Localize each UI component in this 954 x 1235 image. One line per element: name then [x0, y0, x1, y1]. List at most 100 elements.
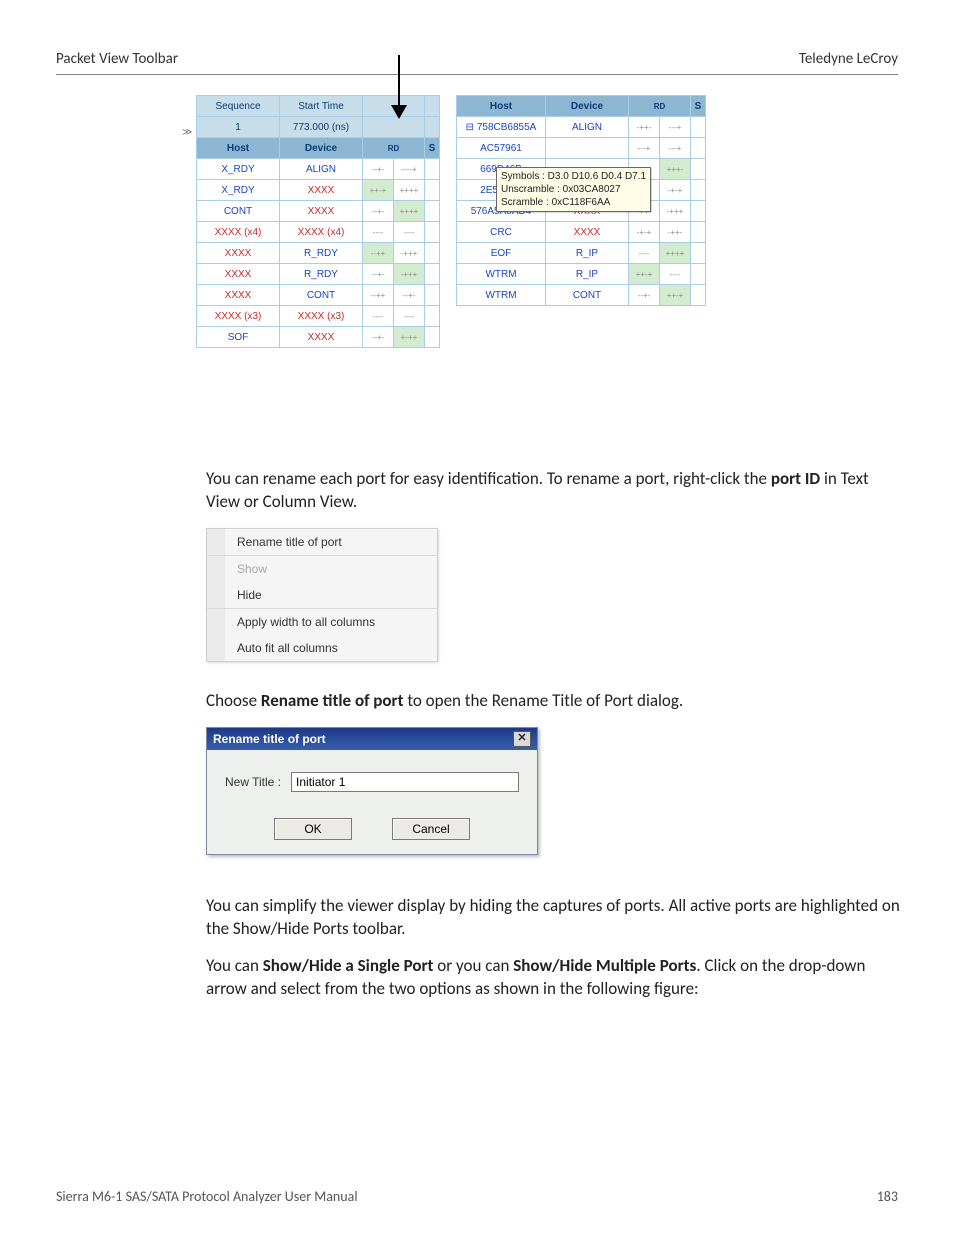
- host-cell: WTRM: [457, 264, 546, 285]
- table-row[interactable]: XXXXR_RDY--+--+++: [197, 264, 440, 285]
- close-icon[interactable]: ✕: [513, 731, 531, 747]
- s-cell: [691, 159, 706, 180]
- menu-item[interactable]: Auto fit all columns: [207, 635, 437, 661]
- rd-cell: --++: [363, 285, 394, 306]
- page-footer: Sierra M6-1 SAS/SATA Protocol Analyzer U…: [56, 1188, 898, 1205]
- menu-item: Show: [207, 556, 437, 582]
- host-cell: SOF: [197, 327, 280, 348]
- menu-item[interactable]: Apply width to all columns: [207, 609, 437, 635]
- col-s-r[interactable]: S: [691, 96, 706, 117]
- rd-cell: --+-: [629, 285, 660, 306]
- device-cell: R_RDY: [280, 264, 363, 285]
- new-title-input[interactable]: [291, 772, 519, 792]
- start-time-value: 773.000 (ns): [280, 117, 363, 138]
- col-rd-r[interactable]: RD: [629, 96, 691, 117]
- s-cell: [691, 180, 706, 201]
- rd-cell: ----: [629, 243, 660, 264]
- packet-table-left: Sequence Start Time 1 773.000 (ns) Host …: [196, 95, 440, 348]
- s-cell: [691, 264, 706, 285]
- rd-cell: -++-: [660, 222, 691, 243]
- rd-cell: ----: [394, 306, 425, 327]
- table-row[interactable]: XXXXCONT--++--+-: [197, 285, 440, 306]
- table-row[interactable]: XXXXR_RDY--++-+++: [197, 243, 440, 264]
- device-cell: XXXX: [280, 327, 363, 348]
- menu-item[interactable]: Rename title of port: [207, 529, 437, 555]
- table-row[interactable]: CRCXXXX-+-+-++-: [457, 222, 706, 243]
- rd-cell: ++-+: [363, 180, 394, 201]
- col-rd[interactable]: RD: [363, 138, 425, 159]
- new-title-label: New Title :: [225, 775, 281, 789]
- table-row[interactable]: EOFR_IP----++++: [457, 243, 706, 264]
- rd-cell: -+-+: [629, 222, 660, 243]
- rd-cell: +-++: [394, 327, 425, 348]
- col-host[interactable]: Host: [197, 138, 280, 159]
- device-cell: ALIGN: [546, 117, 629, 138]
- device-cell: XXXX: [546, 222, 629, 243]
- s-cell: [691, 201, 706, 222]
- dialog-titlebar[interactable]: Rename title of port ✕: [207, 728, 537, 750]
- device-cell: ALIGN: [280, 159, 363, 180]
- rename-port-dialog: Rename title of port ✕ New Title : OK Ca…: [206, 727, 538, 855]
- tooltip-line: Unscramble : 0x03CA8027: [501, 183, 646, 196]
- host-cell: CRC: [457, 222, 546, 243]
- context-menu: Rename title of portShowHideApply width …: [206, 528, 438, 662]
- packet-view-figure: ≫ Sequence Start Time 1 773.000 (ns): [196, 95, 706, 348]
- col-sequence[interactable]: Sequence: [197, 96, 280, 117]
- rd-cell: ----: [394, 222, 425, 243]
- table-row[interactable]: ⊟ 758CB6855AALIGN-++----+: [457, 117, 706, 138]
- rd-cell: ++++: [660, 243, 691, 264]
- rd-cell: --++: [363, 243, 394, 264]
- device-cell: XXXX (x3): [280, 306, 363, 327]
- rd-cell: +++-: [660, 159, 691, 180]
- s-cell: [425, 201, 440, 222]
- rd-cell: ++-+: [660, 285, 691, 306]
- device-cell: CONT: [546, 285, 629, 306]
- table-row[interactable]: X_RDYXXXX++-+++++: [197, 180, 440, 201]
- col-device-r[interactable]: Device: [546, 96, 629, 117]
- col-device[interactable]: Device: [280, 138, 363, 159]
- rd-cell: ----: [660, 264, 691, 285]
- host-cell: X_RDY: [197, 159, 280, 180]
- cancel-button[interactable]: Cancel: [392, 818, 470, 840]
- host-cell: AC57961: [457, 138, 546, 159]
- table-row[interactable]: XXXX (x4)XXXX (x4)--------: [197, 222, 440, 243]
- device-cell: XXXX (x4): [280, 222, 363, 243]
- col-host-r[interactable]: Host: [457, 96, 546, 117]
- col-start-time[interactable]: Start Time: [280, 96, 363, 117]
- tooltip-line: Symbols : D3.0 D10.6 D0.4 D7.1: [501, 170, 646, 183]
- rd-cell: ++++: [394, 201, 425, 222]
- table-row[interactable]: XXXX (x3)XXXX (x3)--------: [197, 306, 440, 327]
- device-cell: R_RDY: [280, 243, 363, 264]
- seq-value: 1: [197, 117, 280, 138]
- symbol-tooltip: Symbols : D3.0 D10.6 D0.4 D7.1 Unscrambl…: [496, 167, 651, 212]
- rd-cell: --+-: [363, 327, 394, 348]
- rd-cell: ---+: [660, 138, 691, 159]
- table-row[interactable]: X_RDYALIGN--+-----+: [197, 159, 440, 180]
- s-cell: [425, 306, 440, 327]
- col-s[interactable]: S: [425, 138, 440, 159]
- host-cell: XXXX: [197, 264, 280, 285]
- dialog-title: Rename title of port: [213, 732, 326, 746]
- rd-cell: -+++: [394, 264, 425, 285]
- host-cell: XXXX (x4): [197, 222, 280, 243]
- paragraph-simplify-viewer: You can simplify the viewer display by h…: [206, 895, 906, 941]
- device-cell: CONT: [280, 285, 363, 306]
- menu-item[interactable]: Hide: [207, 582, 437, 608]
- rd-cell: ----+: [394, 159, 425, 180]
- device-cell: R_IP: [546, 243, 629, 264]
- paragraph-show-hide: You can Show/Hide a Single Port or you c…: [206, 955, 906, 1001]
- table-row[interactable]: WTRMR_IP++-+----: [457, 264, 706, 285]
- table-row[interactable]: CONTXXXX--+-++++: [197, 201, 440, 222]
- rd-cell: ++++: [394, 180, 425, 201]
- s-cell: [691, 243, 706, 264]
- table-row[interactable]: WTRMCONT--+-++-+: [457, 285, 706, 306]
- s-cell: [691, 222, 706, 243]
- rd-cell: ---+: [660, 117, 691, 138]
- table-row[interactable]: SOFXXXX--+-+-++: [197, 327, 440, 348]
- ok-button[interactable]: OK: [274, 818, 352, 840]
- device-cell: R_IP: [546, 264, 629, 285]
- s-cell: [691, 285, 706, 306]
- table-row[interactable]: AC57961---+---+: [457, 138, 706, 159]
- host-cell: ⊟ 758CB6855A: [457, 117, 546, 138]
- footer-page: 183: [877, 1188, 898, 1205]
